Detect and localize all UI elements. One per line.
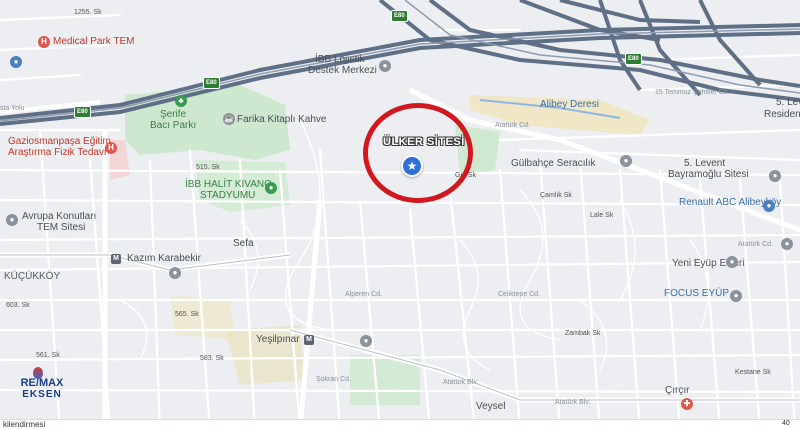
star-icon[interactable]: ★ bbox=[401, 155, 423, 177]
street-celiktepe-cd: Celiktepe Cd. bbox=[498, 291, 541, 298]
logo-main-text: RE/MAX bbox=[20, 377, 64, 389]
street-ataturk-blv: Atatürk Blv. bbox=[443, 379, 479, 386]
cafe-icon[interactable]: ☕ bbox=[223, 113, 235, 125]
poi-avrupa-line2[interactable]: TEM Sitesi bbox=[37, 223, 85, 233]
hospital-icon[interactable]: H bbox=[38, 36, 50, 48]
poi-levent-res-line1[interactable]: 5. Lev bbox=[776, 98, 800, 108]
highway-shield-e80: E80 bbox=[203, 77, 220, 89]
street-ataturk-cd: Atatürk Cd. bbox=[738, 241, 774, 248]
poi-serife-line2[interactable]: Bacı Parkı bbox=[150, 121, 196, 131]
location-icon[interactable]: ● bbox=[360, 335, 372, 347]
location-icon[interactable]: ● bbox=[781, 238, 793, 250]
park-icon[interactable]: ♣ bbox=[175, 95, 187, 107]
street-label: 603. Sk bbox=[6, 302, 30, 309]
location-icon[interactable]: ● bbox=[169, 267, 181, 279]
location-icon[interactable]: ● bbox=[769, 170, 781, 182]
poi-levent-line2[interactable]: Bayramoğlu Sitesi bbox=[668, 170, 749, 180]
area-circir: Çırçır bbox=[665, 385, 690, 396]
poi-levent-line1[interactable]: 5. Levent bbox=[684, 159, 725, 169]
poi-gulbahce[interactable]: Gülbahçe Seracılık bbox=[511, 159, 596, 169]
metro-kazim-karabekir[interactable]: Kazım Karabekir bbox=[127, 254, 201, 264]
metro-icon[interactable]: M bbox=[304, 335, 314, 345]
bottom-bar bbox=[0, 419, 800, 430]
poi-gaziosmanpasa-line2[interactable]: Araştırma Fizik Tedavi bbox=[8, 148, 106, 158]
area-yesilpinar: Yeşilpınar bbox=[256, 334, 300, 345]
street-ataturk-blv: Atatürk Blv. bbox=[555, 399, 591, 406]
location-icon[interactable]: ● bbox=[10, 56, 22, 68]
street-label: 1255. Sk bbox=[74, 9, 102, 16]
poi-avrupa-line1[interactable]: Avrupa Konutları bbox=[22, 212, 96, 222]
bottom-left-text: kilendirmesi bbox=[3, 420, 46, 429]
poi-medical-park[interactable]: Medical Park TEM bbox=[53, 37, 135, 47]
poi-focus-eyup[interactable]: FOCUS EYÜP bbox=[664, 289, 729, 299]
street-ataturk-cd: Atatürk Cd. bbox=[495, 122, 531, 129]
target-highlight-ring bbox=[363, 103, 473, 203]
district-kucukkoy: KÜÇÜKKÖY bbox=[4, 271, 61, 282]
street-label: Çamlık Sk bbox=[540, 192, 572, 199]
poi-ibb-lojistik-line1[interactable]: İBB Lojistik bbox=[315, 55, 364, 65]
remax-eksen-logo: RE/MAX EKSEN bbox=[13, 367, 71, 413]
area-sefa: Sefa bbox=[233, 238, 254, 249]
location-icon[interactable]: ● bbox=[726, 256, 738, 268]
location-icon[interactable]: ● bbox=[379, 60, 391, 72]
store-icon[interactable]: ● bbox=[763, 200, 775, 212]
map-view[interactable]: E80 E80 E80 E80 H Medical Park TEM ● H G… bbox=[0, 0, 800, 430]
poi-serife-line1[interactable]: Şerife bbox=[160, 110, 186, 120]
poi-gaziosmanpasa-line1[interactable]: Gaziosmanpaşa Eğitim bbox=[8, 137, 111, 147]
street-label: Lale Sk bbox=[590, 212, 614, 219]
logo-sub-text: EKSEN bbox=[22, 389, 62, 400]
road-sta-yolu: sta Yolu bbox=[0, 105, 25, 112]
hospital-icon[interactable]: ✚ bbox=[681, 398, 693, 410]
street-label: Zambak Sk bbox=[565, 330, 601, 337]
street-label: 583. Sk bbox=[200, 355, 224, 362]
area-veysel: Veysel bbox=[476, 401, 506, 412]
street-alperen-cd: Alperen Cd. bbox=[345, 291, 382, 298]
poi-farika[interactable]: Farika Kitaplı Kahve bbox=[237, 115, 327, 125]
street-15-temmuz: 15 Temmuz Şehitler Cd. bbox=[655, 89, 730, 96]
balloon-icon bbox=[33, 367, 43, 379]
street-label: Kestane Sk bbox=[735, 369, 771, 376]
bottom-right-text: 40 bbox=[782, 420, 790, 427]
poi-stadyum-line1[interactable]: İBB HALİT KIVANÇ bbox=[185, 180, 271, 190]
street-sukran-cd: Şükran Cd. bbox=[316, 376, 352, 383]
target-label[interactable]: ÜLKER SİTESİ bbox=[383, 136, 465, 148]
stadium-icon[interactable]: ● bbox=[265, 182, 277, 194]
location-icon[interactable]: ● bbox=[730, 290, 742, 302]
street-label: 565. Sk bbox=[175, 311, 199, 318]
highway-shield-e80: E80 bbox=[391, 10, 408, 22]
location-icon[interactable]: ● bbox=[6, 214, 18, 226]
metro-icon[interactable]: M bbox=[111, 254, 121, 264]
highway-shield-e80: E80 bbox=[74, 106, 91, 118]
map-canvas bbox=[0, 0, 800, 430]
street-label: 561. Sk bbox=[36, 352, 60, 359]
poi-ibb-lojistik-line2[interactable]: Destek Merkezi bbox=[308, 66, 377, 76]
river-alibey-deresi: Alibey Deresi bbox=[540, 99, 599, 110]
street-label: 515. Sk bbox=[196, 164, 220, 171]
highway-shield-e80: E80 bbox=[625, 53, 642, 65]
poi-levent-res-line2[interactable]: Residenc bbox=[764, 110, 800, 120]
poi-stadyum-line2[interactable]: STADYUMU bbox=[200, 191, 255, 201]
store-icon[interactable]: ● bbox=[620, 155, 632, 167]
